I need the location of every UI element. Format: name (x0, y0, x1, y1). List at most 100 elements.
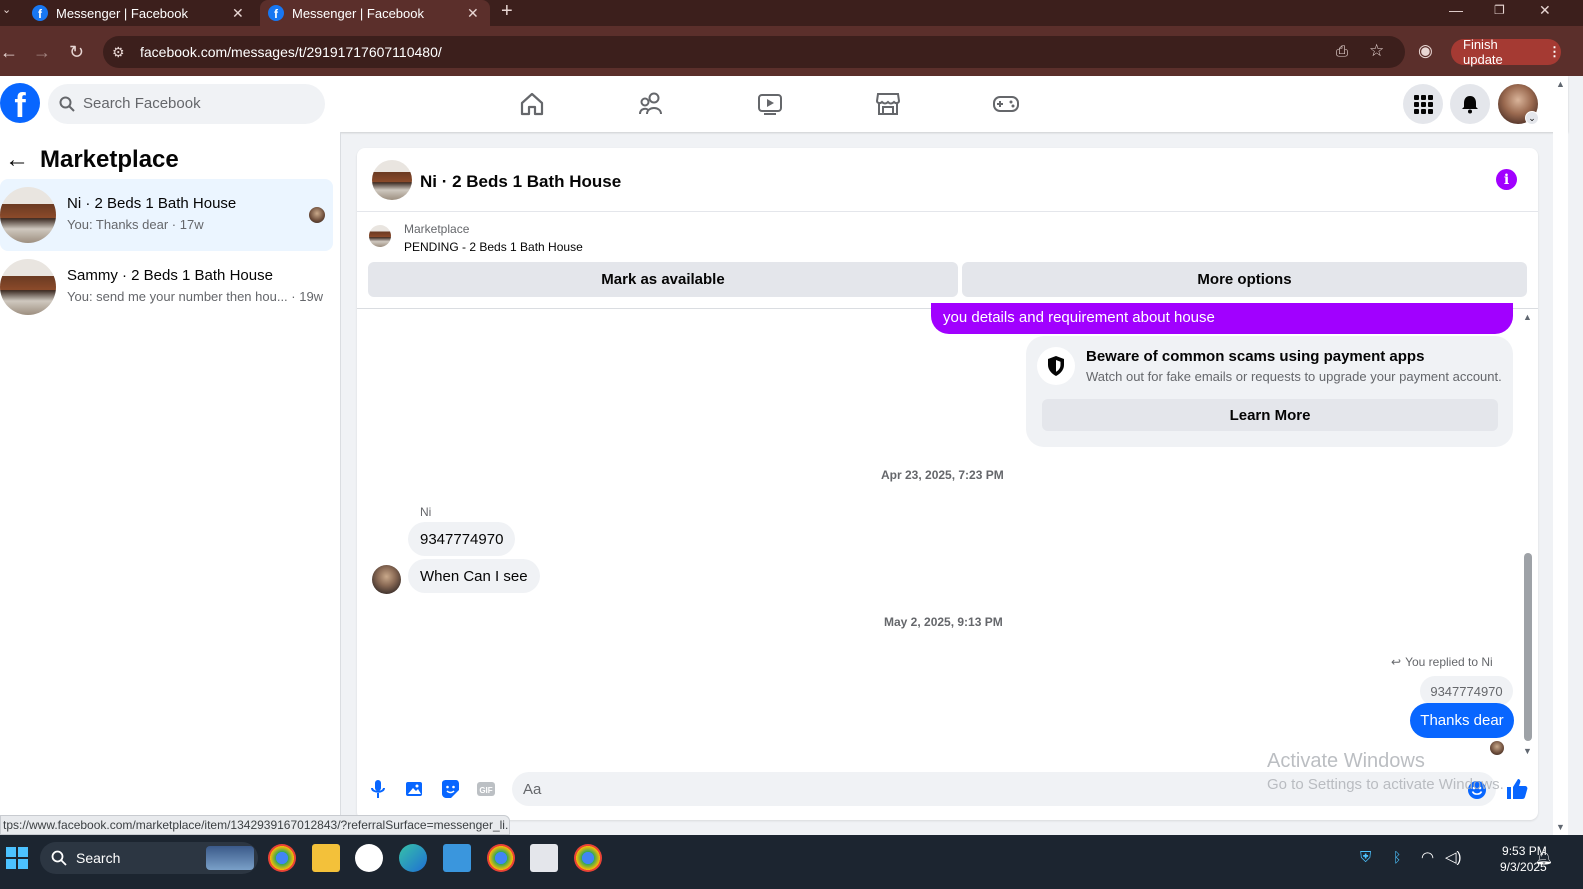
panel-title: Marketplace (40, 146, 179, 173)
sticker-icon[interactable] (439, 778, 461, 800)
replied-to-label: ↩ You replied to Ni (1391, 655, 1493, 669)
home-icon[interactable] (518, 90, 546, 118)
learn-more-button[interactable]: Learn More (1042, 399, 1498, 431)
wifi-icon[interactable]: ◠ (1421, 848, 1434, 866)
security-shield-icon[interactable]: ⛨ (1360, 849, 1371, 866)
back-icon[interactable]: ← (0, 42, 18, 63)
timestamp: May 2, 2025, 9:13 PM (884, 615, 1003, 629)
scam-subtitle: Watch out for fake emails or requests to… (1086, 369, 1502, 384)
profile-icon[interactable]: ◉ (1418, 41, 1433, 61)
tab-title: Messenger | Facebook (292, 5, 424, 21)
microphone-icon[interactable] (367, 778, 389, 800)
photo-icon[interactable] (403, 778, 425, 800)
finish-update-button[interactable]: Finish update ⋮ (1451, 37, 1561, 67)
conversation-item-ni[interactable]: Ni · 2 Beds 1 Bath House You: Thanks dea… (0, 179, 333, 251)
conversation-preview: You: send me your number then hou... · 1… (67, 289, 324, 304)
shield-icon (1037, 347, 1075, 385)
svg-text:GIF: GIF (479, 786, 492, 795)
activate-windows-title: Activate Windows (1267, 750, 1425, 772)
more-options-button[interactable]: More options (962, 262, 1527, 297)
conversation-name: Ni · 2 Beds 1 Bath House (67, 195, 237, 212)
info-icon[interactable]: i (1496, 169, 1517, 190)
forward-icon[interactable]: → (33, 42, 51, 63)
chevron-down-icon[interactable]: ⌄ (1525, 111, 1539, 125)
taskbar-search-label: Search (76, 850, 121, 866)
video-icon[interactable] (756, 90, 784, 118)
page-scrollbar[interactable] (1553, 76, 1568, 835)
close-tab-icon[interactable]: ✕ (232, 5, 244, 22)
notepad-icon[interactable] (443, 844, 471, 872)
bluetooth-icon[interactable]: ᛒ (1393, 849, 1401, 865)
gif-icon[interactable]: GIF (475, 778, 497, 800)
restore-icon[interactable]: ❐ (1494, 3, 1505, 17)
file-explorer-icon[interactable] (312, 844, 340, 872)
facebook-favicon-icon: f (268, 5, 284, 21)
bookmark-star-icon[interactable]: ☆ (1369, 41, 1384, 61)
tab-messenger-2[interactable]: f Messenger | Facebook ✕ (260, 0, 490, 26)
chat-listing-thumbnail[interactable] (372, 160, 412, 200)
status-bar-url: tps://www.facebook.com/marketplace/item/… (0, 815, 510, 835)
outgoing-message-bubble[interactable]: Thanks dear (1410, 703, 1514, 738)
edge-icon[interactable] (399, 844, 427, 872)
facebook-logo-icon[interactable]: f (0, 83, 40, 123)
listing-mini-thumbnail (369, 225, 391, 247)
scroll-up-arrow-icon[interactable]: ▲ (1523, 312, 1532, 322)
quoted-message[interactable]: 9347774970 (1420, 676, 1513, 706)
taskbar-search-icon (51, 850, 67, 866)
tab-search-icon[interactable]: ⌄ (2, 3, 11, 16)
back-arrow-icon[interactable]: ← (5, 146, 29, 174)
chat-title[interactable]: Ni · 2 Beds 1 Bath House (420, 172, 621, 192)
close-window-icon[interactable]: ✕ (1539, 2, 1551, 19)
listing-thumbnail (0, 259, 56, 315)
conversation-name: Sammy · 2 Beds 1 Bath House (67, 267, 273, 284)
thumbs-up-icon[interactable] (1505, 777, 1529, 801)
incoming-message-bubble[interactable]: When Can I see (408, 559, 540, 593)
reload-icon[interactable]: ↻ (69, 42, 84, 63)
sender-name: Ni (420, 505, 432, 519)
facebook-favicon-icon: f (32, 5, 48, 21)
tab-messenger-1[interactable]: f Messenger | Facebook ✕ (24, 0, 254, 26)
close-tab-icon[interactable]: ✕ (467, 5, 479, 22)
gaming-icon[interactable] (992, 90, 1020, 118)
message-placeholder: Aa (523, 781, 542, 798)
search-highlight-icon[interactable] (206, 846, 254, 870)
grid-icon (1414, 95, 1433, 114)
minimize-icon[interactable]: — (1449, 2, 1463, 18)
bell-icon (1462, 96, 1478, 114)
chrome-icon[interactable] (268, 844, 296, 872)
reply-icon: ↩ (1391, 655, 1402, 669)
url-text[interactable]: facebook.com/messages/t/2919171760711048… (140, 44, 442, 60)
notification-bell-icon[interactable]: 🔔︎ (1535, 849, 1553, 866)
site-info-icon[interactable]: ⚙ (112, 44, 125, 61)
incoming-message-bubble[interactable]: 9347774970 (408, 522, 516, 556)
seen-avatar (309, 207, 325, 223)
conversation-item-sammy[interactable]: Sammy · 2 Beds 1 Bath House You: send me… (0, 251, 333, 323)
listing-status[interactable]: PENDING - 2 Beds 1 Bath House (404, 240, 583, 254)
notifications-button[interactable] (1450, 84, 1490, 124)
page-scroll-up-icon[interactable]: ▲ (1556, 79, 1565, 89)
sender-avatar[interactable] (372, 565, 401, 594)
whatsapp-icon[interactable] (355, 844, 383, 872)
finish-update-label: Finish update (1463, 37, 1503, 67)
install-app-icon[interactable]: ⎙ (1336, 43, 1348, 60)
activate-windows-subtitle: Go to Settings to activate Windows. (1267, 776, 1504, 793)
scam-title: Beware of common scams using payment app… (1086, 348, 1425, 365)
snipping-tool-icon[interactable] (530, 844, 558, 872)
windows-start-icon[interactable] (5, 846, 29, 870)
friends-icon[interactable] (637, 90, 665, 118)
search-icon (59, 96, 75, 112)
chat-scrollbar-thumb[interactable] (1524, 553, 1532, 741)
search-placeholder: Search Facebook (83, 95, 201, 112)
volume-icon[interactable]: ◁) (1445, 848, 1462, 866)
scroll-down-arrow-icon[interactable]: ▼ (1523, 746, 1532, 756)
page-scroll-down-icon[interactable]: ▼ (1556, 822, 1565, 832)
seen-avatar (1490, 741, 1504, 755)
chrome-profile-icon[interactable] (487, 844, 515, 872)
chrome-profile-icon[interactable] (574, 844, 602, 872)
outgoing-message-bubble[interactable]: you details and requirement about house (931, 303, 1513, 334)
new-tab-icon[interactable]: + (501, 0, 513, 23)
listing-source: Marketplace (404, 222, 470, 236)
marketplace-icon[interactable] (874, 90, 902, 118)
mark-as-available-button[interactable]: Mark as available (368, 262, 958, 297)
menu-grid-button[interactable] (1403, 84, 1443, 124)
